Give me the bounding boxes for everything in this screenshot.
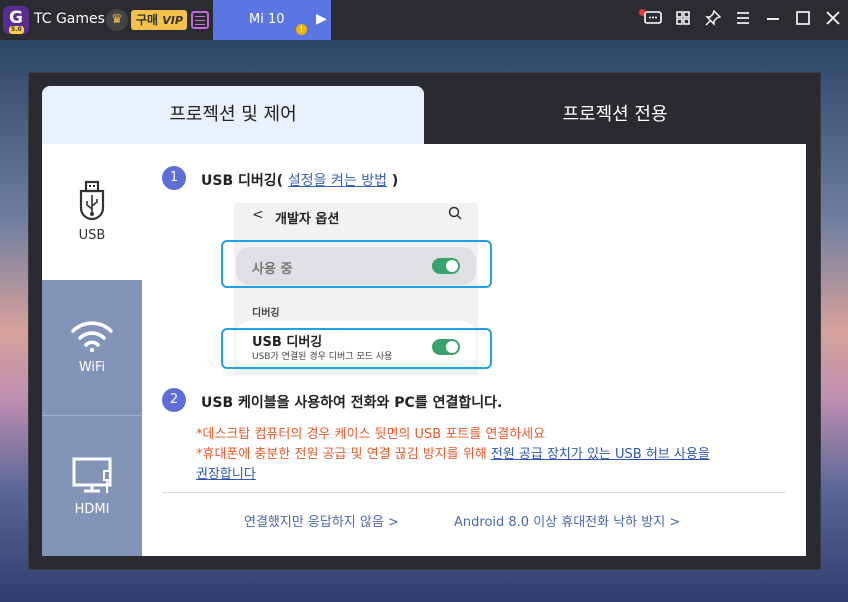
hdmi-icon bbox=[72, 457, 112, 493]
usb-debugging-highlight bbox=[221, 328, 492, 369]
calculator-icon[interactable] bbox=[191, 11, 209, 29]
usb-icon bbox=[79, 180, 105, 221]
how-to-enable-link[interactable]: 설정을 켜는 방법 bbox=[288, 173, 387, 189]
back-icon: < bbox=[252, 207, 264, 223]
menu-icon[interactable] bbox=[733, 10, 753, 30]
message-icon[interactable] bbox=[643, 10, 663, 30]
buy-label: 구매 bbox=[136, 13, 159, 27]
app-logo-version: 5.0 bbox=[9, 26, 24, 34]
sidebar-usb-label: USB bbox=[78, 228, 106, 243]
sidebar-item-usb[interactable]: USB bbox=[42, 144, 142, 280]
device-tab[interactable]: Mi 10 ! ▶ bbox=[213, 0, 331, 40]
step-1-label: USB 디버깅( bbox=[201, 173, 284, 189]
buy-vip-button[interactable]: 구매 VIP bbox=[131, 10, 187, 30]
crown-icon[interactable]: ♛ bbox=[106, 9, 128, 31]
wifi-icon bbox=[71, 321, 113, 352]
app-logo: G 5.0 bbox=[3, 6, 29, 34]
not-responding-link[interactable]: 연결했지만 응답하지 않음 > bbox=[244, 511, 399, 530]
layout-icon[interactable] bbox=[673, 10, 693, 30]
maximize-icon[interactable] bbox=[793, 10, 813, 30]
power-note-text: *휴대폰에 충분한 전원 공급 및 연결 끊김 방지를 위해 bbox=[196, 447, 491, 462]
connection-sidebar: USB WiFi HDMI bbox=[42, 144, 142, 556]
step-1-badge: 1 bbox=[162, 166, 186, 190]
step-1-close: ) bbox=[391, 173, 399, 189]
in-use-highlight bbox=[221, 240, 492, 288]
sidebar-hdmi-label: HDMI bbox=[74, 502, 110, 517]
sidebar-item-wifi[interactable]: WiFi bbox=[42, 280, 142, 416]
sidebar-item-hdmi[interactable]: HDMI bbox=[42, 417, 142, 553]
powered-hub-link-cont[interactable]: 권장합니다 bbox=[196, 467, 256, 482]
mode-tabs: 프로젝션 및 제어 프로젝션 전용 bbox=[42, 86, 806, 144]
close-icon[interactable] bbox=[823, 10, 843, 30]
power-note: *휴대폰에 충분한 전원 공급 및 연결 끊김 방지를 위해 전원 공급 장치가… bbox=[196, 443, 710, 462]
tab-projection-control[interactable]: 프로젝션 및 제어 bbox=[42, 86, 424, 144]
phone-search-icon bbox=[448, 206, 462, 220]
vip-label: VIP bbox=[162, 14, 183, 27]
desktop-usb-note: *데스크탑 컴퓨터의 경우 케이스 뒷면의 USB 포트를 연결하세요 bbox=[196, 427, 546, 442]
powered-hub-link[interactable]: 전원 공급 장치가 있는 USB 허브 사용을 bbox=[491, 447, 710, 462]
phone-title: 개발자 옵션 bbox=[275, 212, 340, 227]
title-bar: G 5.0 TC Games ♛ 구매 VIP Mi 10 ! ▶ bbox=[0, 0, 848, 40]
pin-icon[interactable] bbox=[703, 9, 723, 30]
content-divider bbox=[162, 492, 786, 493]
phone-header: < 개발자 옵션 bbox=[234, 203, 478, 229]
app-name: TC Games bbox=[34, 11, 105, 27]
warning-icon: ! bbox=[296, 24, 307, 35]
device-tab-label: Mi 10 bbox=[249, 12, 285, 27]
debugging-section-label: 디버깅 bbox=[252, 308, 280, 319]
play-arrow-icon[interactable]: ▶ bbox=[316, 11, 327, 27]
power-note-cont: 권장합니다 bbox=[196, 463, 256, 482]
app-logo-letter: G bbox=[9, 8, 23, 28]
tab-projection-only[interactable]: 프로젝션 전용 bbox=[424, 86, 806, 144]
android8-drop-prevention-link[interactable]: Android 8.0 이상 휴대전화 낙하 방지 > bbox=[454, 511, 680, 530]
minimize-icon[interactable] bbox=[763, 10, 783, 30]
sidebar-wifi-label: WiFi bbox=[78, 360, 106, 375]
step-1-text: USB 디버깅( 설정을 켜는 방법 ) bbox=[201, 170, 398, 190]
step-2-text: USB 케이블을 사용하여 전화와 PC를 연결합니다. bbox=[201, 395, 503, 411]
step-2-badge: 2 bbox=[162, 388, 186, 412]
